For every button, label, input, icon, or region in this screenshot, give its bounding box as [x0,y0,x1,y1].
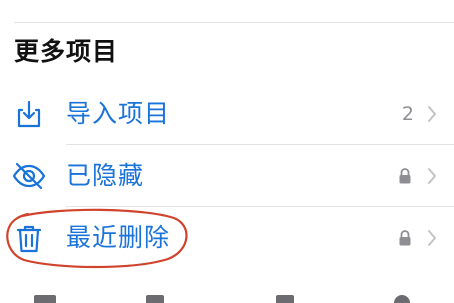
tab-foryou-icon[interactable] [146,295,164,303]
row-label: 导入项目 [66,99,171,128]
tab-library-icon[interactable] [34,295,56,303]
lock-icon [398,167,412,185]
trash-icon [12,221,46,255]
tab-search-icon[interactable] [394,295,410,303]
eye-hidden-icon [12,159,46,193]
row-import[interactable]: 导入项目 2 [0,84,454,144]
row-label: 已隐藏 [66,161,145,190]
tab-albums-icon[interactable] [276,295,294,303]
top-divider [14,22,454,23]
chevron-right-icon [426,166,438,186]
section-title: 更多项目 [14,37,119,66]
row-label: 最近删除 [66,223,171,252]
import-icon [12,97,46,131]
chevron-right-icon [426,104,438,124]
row-count: 2 [401,103,414,125]
row-divider [66,206,454,207]
row-recently-deleted[interactable]: 最近删除 [0,208,454,268]
row-divider [66,144,454,145]
chevron-right-icon [426,228,438,248]
row-hidden[interactable]: 已隐藏 [0,146,454,206]
lock-icon [398,229,412,247]
tab-bar [0,291,454,303]
